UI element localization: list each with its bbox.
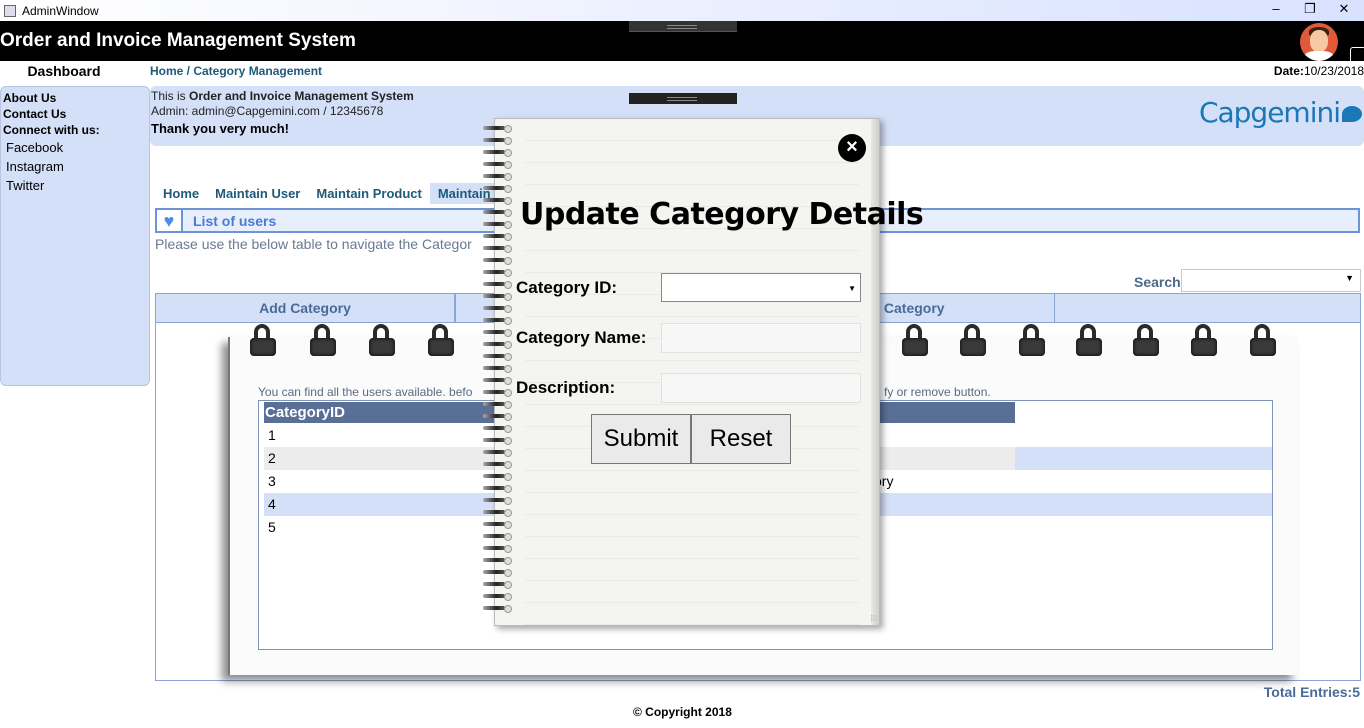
capgemini-logo: Capgemini: [1199, 96, 1362, 129]
cell-category-id: 3: [268, 473, 276, 489]
window-app-icon: [4, 4, 16, 17]
dialog-title: Update Category Details: [520, 197, 924, 232]
info-line-1: This is Order and Invoice Management Sys…: [151, 89, 1363, 104]
spiral-ring: [958, 324, 988, 356]
spiral-ring: [248, 324, 278, 356]
copyright: © Copyright 2018: [633, 705, 732, 719]
chevron-down-icon: ▼: [848, 284, 856, 293]
close-window-button[interactable]: ✕: [1334, 0, 1354, 18]
category-name-label: Category Name:: [516, 328, 647, 347]
row-highlight: [1015, 447, 1272, 470]
cell-category-id: 4: [268, 496, 276, 512]
maximize-button[interactable]: ❐: [1300, 0, 1320, 18]
spiral-ring: [367, 324, 397, 356]
nav-tabs: Home Maintain User Maintain Product Main…: [155, 183, 512, 204]
sidebar-contact-us[interactable]: Contact Us: [3, 106, 147, 122]
window-controls: ‒ ❐ ✕: [1266, 0, 1354, 18]
category-id-select[interactable]: ▼: [661, 273, 861, 302]
logo-text: Capgemini: [1198, 96, 1341, 129]
info-line-1-prefix: This is: [151, 89, 190, 103]
update-category-dialog: × Update Category Details Category ID: ▼…: [494, 118, 924, 626]
sidebar: About Us Contact Us Connect with us: Fac…: [0, 86, 150, 386]
reset-button[interactable]: Reset: [691, 414, 791, 464]
total-entries: Total Entries:5: [1263, 684, 1360, 700]
app-title: Order and Invoice Management System: [0, 30, 356, 51]
list-title: List of users: [193, 212, 277, 229]
tab-maintain-user[interactable]: Maintain User: [207, 183, 308, 204]
notepad-hint-left: You can find all the users available. be…: [258, 385, 473, 399]
cell-category-id: 1: [268, 427, 276, 443]
spiral-ring: [1074, 324, 1104, 356]
spiral-ring: [900, 324, 930, 356]
chevron-down-icon: ▼: [1345, 273, 1354, 283]
sidebar-about-us[interactable]: About Us: [3, 90, 147, 106]
tab-home[interactable]: Home: [155, 183, 207, 204]
resize-grip-icon[interactable]: ⁞⁞⁞: [870, 614, 877, 623]
description-input[interactable]: [661, 373, 861, 403]
search-label: Search: [1134, 274, 1181, 290]
category-id-label: Category ID:: [516, 278, 618, 297]
window-title: AdminWindow: [22, 3, 99, 18]
cell-category-id: 2: [268, 450, 276, 466]
spiral-ring: [1189, 324, 1219, 356]
tab-maintain-product[interactable]: Maintain Product: [308, 183, 429, 204]
user-avatar[interactable]: [1300, 23, 1338, 61]
modal-spiral-binding: [480, 120, 512, 622]
top-drag-grip[interactable]: [629, 21, 737, 32]
spiral-ring: [1131, 324, 1161, 356]
minimize-button[interactable]: ‒: [1266, 0, 1286, 18]
date-value: 10/23/2018: [1303, 64, 1364, 78]
heart-box: ♥: [157, 210, 183, 231]
description-label: Description:: [516, 378, 616, 397]
sidebar-link-facebook[interactable]: Facebook: [3, 138, 147, 157]
sidebar-link-instagram[interactable]: Instagram: [3, 157, 147, 176]
spiral-ring: [426, 324, 456, 356]
heart-icon: ♥: [163, 210, 175, 231]
dashboard-title: Dashboard: [27, 63, 101, 79]
page-edge: [871, 119, 879, 625]
logo-spade-icon: [1342, 106, 1362, 122]
app-header: Order and Invoice Management System: [0, 21, 1364, 77]
submit-button[interactable]: Submit: [591, 414, 691, 464]
info-line-2: Admin: admin@Capgemini.com / 12345678: [151, 104, 384, 118]
middle-drag-grip[interactable]: [629, 93, 737, 104]
add-category-button[interactable]: Add Category: [155, 293, 455, 323]
sidebar-link-twitter[interactable]: Twitter: [3, 176, 147, 195]
window-titlebar: AdminWindow ‒ ❐ ✕: [0, 0, 1364, 21]
table-hint: Please use the below table to navigate t…: [155, 236, 472, 252]
info-line-1-system: Order and Invoice Management System: [189, 89, 414, 103]
notepad-lines: [525, 119, 859, 625]
notepad-hint-right: fy or remove button.: [884, 385, 991, 399]
sidebar-connect-label: Connect with us:: [3, 123, 100, 137]
category-name-input[interactable]: [661, 323, 861, 353]
close-icon[interactable]: ×: [838, 134, 866, 162]
date-display: Date:10/23/2018: [1274, 64, 1364, 78]
date-label: Date:: [1273, 64, 1304, 78]
spiral-ring: [308, 324, 338, 356]
spiral-ring: [1017, 324, 1047, 356]
breadcrumb[interactable]: Home / Category Management: [150, 64, 322, 78]
spiral-ring: [1248, 324, 1278, 356]
search-input[interactable]: ▼: [1181, 269, 1361, 292]
cell-category-id: 5: [268, 519, 276, 535]
